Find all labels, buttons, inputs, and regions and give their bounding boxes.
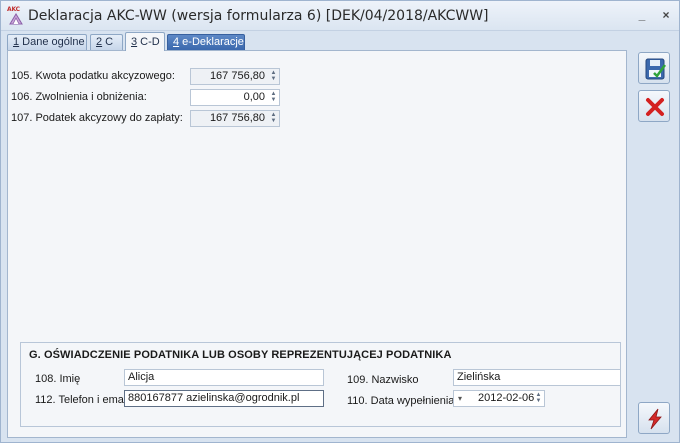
last-name-label: 109. Nazwisko	[347, 374, 419, 386]
date-value: 2012-02-06	[478, 392, 535, 404]
tab-panel-c-d: 105. Kwota podatku akcyzowego: 167 756,8…	[7, 50, 627, 438]
tab-c-d-label: C-D	[137, 36, 160, 48]
zwolnienia-label: 106. Zwolnienia i obniżenia:	[11, 91, 147, 103]
phone-email-label: 112. Telefon i email	[35, 394, 129, 406]
date-spinner[interactable]: ▲ ▼	[534, 392, 543, 405]
podatek-do-zaplaty-value: 167 756,80	[209, 112, 265, 124]
tab-dane-ogolne[interactable]: 1 Dane ogólne	[7, 34, 87, 50]
tab-c-label: C	[102, 36, 114, 48]
tab-e-deklaracje[interactable]: 4 e-Deklaracje	[167, 34, 245, 50]
phone-email-field[interactable]: 880167877 azielinska@ogrodnik.pl	[124, 390, 324, 407]
app-icon: AKC	[7, 6, 25, 26]
save-icon	[645, 58, 667, 80]
close-button[interactable]: ×	[657, 8, 675, 24]
podatek-do-zaplaty-field[interactable]: 167 756,80 ▲ ▼	[190, 110, 280, 127]
lightning-icon	[648, 408, 662, 430]
tab-c[interactable]: 2 C	[90, 34, 123, 50]
podatek-do-zaplaty-label: 107. Podatek akcyzowy do zapłaty:	[11, 112, 183, 124]
tab-dane-ogolne-label: Dane ogólne	[19, 36, 85, 48]
declaration-window: AKC Deklaracja AKC-WW (wersja formularza…	[0, 0, 680, 443]
zwolnienia-spinner[interactable]: ▲ ▼	[269, 91, 278, 104]
zwolnienia-value: 0,00	[243, 91, 265, 103]
window-title: Deklaracja AKC-WW (wersja formularza 6) …	[28, 8, 489, 24]
first-name-field[interactable]: Alicja	[124, 369, 324, 386]
tab-c-d[interactable]: 3 C-D	[125, 32, 165, 51]
cancel-icon	[646, 98, 664, 116]
date-dropdown-icon[interactable]: ▾	[458, 391, 462, 406]
minimize-button[interactable]: _	[633, 8, 651, 24]
title-bar[interactable]: AKC Deklaracja AKC-WW (wersja formularza…	[1, 1, 679, 31]
kwota-podatku-spinner[interactable]: ▲ ▼	[269, 70, 278, 83]
date-label: 110. Data wypełnienia	[347, 395, 455, 407]
save-button[interactable]	[638, 52, 670, 84]
first-name-label: 108. Imię	[35, 373, 81, 385]
send-edeclaration-button[interactable]	[638, 402, 670, 434]
section-g-title: G. OŚWIADCZENIE PODATNIKA LUB OSOBY REPR…	[29, 349, 452, 361]
zwolnienia-field[interactable]: 0,00 ▲ ▼	[190, 89, 280, 106]
podatek-do-zaplaty-spinner[interactable]: ▲ ▼	[269, 112, 278, 125]
last-name-field[interactable]: Zielińska	[453, 369, 621, 386]
app-icon-label: AKC	[7, 6, 20, 13]
kwota-podatku-label: 105. Kwota podatku akcyzowego:	[11, 70, 175, 82]
cancel-button[interactable]	[638, 90, 670, 122]
date-field[interactable]: ▾ 2012-02-06 ▲ ▼	[453, 390, 545, 407]
kwota-podatku-field[interactable]: 167 756,80 ▲ ▼	[190, 68, 280, 85]
tab-e-deklaracje-label: e-Deklaracje	[179, 36, 244, 48]
kwota-podatku-value: 167 756,80	[209, 70, 265, 82]
section-g-group: G. OŚWIADCZENIE PODATNIKA LUB OSOBY REPR…	[20, 342, 621, 427]
